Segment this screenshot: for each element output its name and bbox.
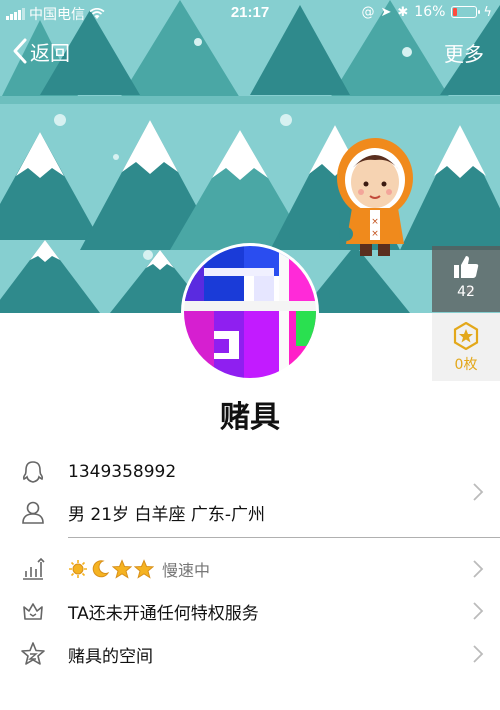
chevron-right-icon bbox=[473, 560, 484, 578]
star-coin-icon bbox=[453, 321, 479, 351]
star-icon bbox=[134, 559, 154, 579]
star-icon bbox=[112, 559, 132, 579]
space-row[interactable]: 赌具的空间 bbox=[0, 634, 500, 674]
back-button[interactable]: 返回 bbox=[10, 34, 70, 68]
moon-icon bbox=[92, 560, 110, 578]
space-text: 赌具的空间 bbox=[68, 646, 153, 667]
profile-name: 赌具 bbox=[220, 400, 280, 435]
person-icon bbox=[22, 501, 44, 524]
qq-number: 1349358992 bbox=[68, 462, 177, 482]
more-button[interactable]: 更多 bbox=[444, 38, 484, 67]
section-divider bbox=[68, 537, 500, 538]
svg-text:×: × bbox=[371, 229, 379, 239]
level-row[interactable]: 慢速中 bbox=[0, 549, 500, 589]
eskimo-character: × × bbox=[337, 138, 413, 256]
status-right: @ ➤ ✱ 16% ϟ bbox=[361, 4, 492, 20]
level-chart-icon bbox=[23, 557, 45, 580]
level-status: 慢速中 bbox=[162, 561, 211, 580]
qq-number-row[interactable]: 1349358992 bbox=[0, 452, 500, 492]
like-count: 42 bbox=[457, 284, 475, 300]
avatar[interactable] bbox=[181, 243, 319, 381]
svg-text:×: × bbox=[371, 217, 379, 227]
like-button[interactable]: 42 bbox=[432, 246, 500, 312]
sun-icon bbox=[69, 560, 87, 578]
crown-icon bbox=[23, 603, 43, 620]
chevron-right-icon bbox=[473, 645, 484, 663]
location-icon: ➤ bbox=[380, 4, 392, 20]
privilege-row[interactable]: TA还未开通任何特权服务 bbox=[0, 591, 500, 631]
chevron-right-icon bbox=[473, 483, 484, 501]
rotation-lock-icon: @ bbox=[361, 4, 375, 20]
battery-icon bbox=[451, 6, 481, 18]
thumbs-up-icon bbox=[454, 256, 479, 278]
coin-count: 0枚 bbox=[454, 357, 478, 373]
penguin-icon bbox=[22, 461, 44, 483]
back-label: 返回 bbox=[30, 40, 70, 65]
avatar-image bbox=[184, 246, 316, 378]
basic-info: 男 21岁 白羊座 广东-广州 bbox=[68, 504, 265, 525]
privilege-text: TA还未开通任何特权服务 bbox=[68, 603, 259, 624]
battery-percent: 16% bbox=[414, 4, 446, 20]
status-bar: 中国电信 21:17 @ ➤ ✱ 16% ϟ bbox=[0, 0, 500, 26]
basic-info-row[interactable]: 男 21岁 白羊座 广东-广州 bbox=[0, 483, 500, 532]
coin-button[interactable]: 0枚 bbox=[432, 313, 500, 381]
star-space-icon bbox=[21, 642, 45, 665]
back-chevron-icon bbox=[13, 38, 27, 64]
bluetooth-icon: ✱ bbox=[397, 4, 409, 20]
chevron-right-icon bbox=[473, 602, 484, 620]
charging-icon: ϟ bbox=[483, 4, 492, 20]
level-badges bbox=[68, 559, 154, 579]
